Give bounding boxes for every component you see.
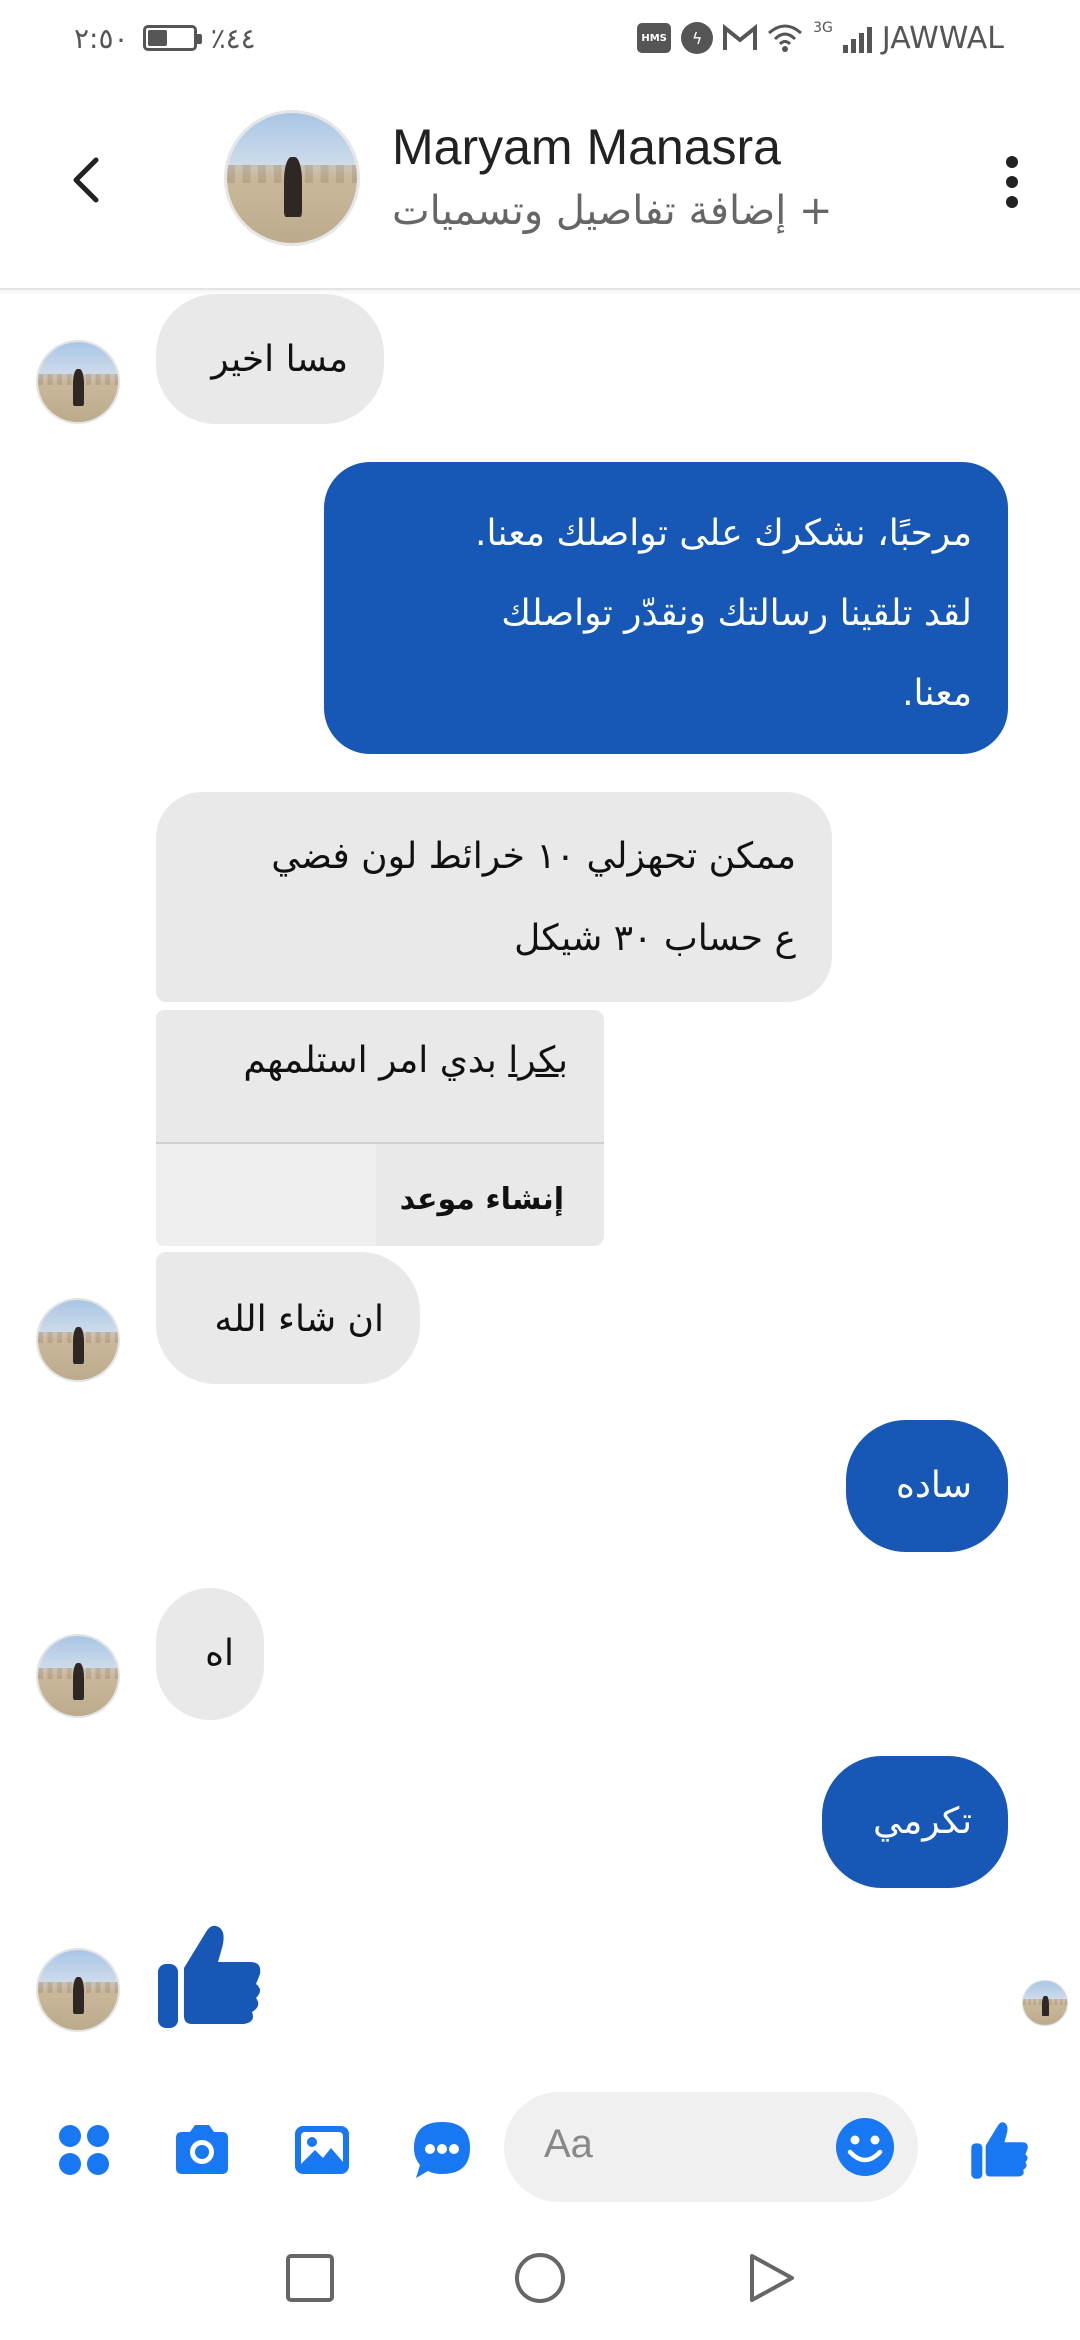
gallery-icon[interactable] (290, 2118, 354, 2182)
battery-fill (147, 30, 167, 46)
messenger-icon: ϟ (681, 22, 714, 54)
emoji-icon[interactable] (834, 2116, 896, 2178)
status-left: ٢:٥٠ ٪٤٤ (74, 18, 256, 58)
sender-avatar[interactable] (36, 340, 120, 424)
message-bubble-incoming[interactable]: ان شاء الله (156, 1252, 420, 1384)
message-text: مسا اخير (211, 339, 348, 380)
signal-icon (842, 23, 872, 53)
battery-percent: ٪٤٤ (210, 21, 256, 55)
card-message-rest: بدي امر استلمهم (243, 1040, 509, 1081)
sender-avatar[interactable] (36, 1634, 120, 1718)
message-text: ساده (895, 1465, 972, 1506)
camera-icon[interactable] (170, 2118, 234, 2182)
chat-bubble-icon[interactable] (410, 2118, 474, 2182)
status-bar: ٢:٥٠ ٪٤٤ HMS ϟ 3G JAWWAL (0, 0, 1080, 80)
back-arrow-icon[interactable] (60, 150, 120, 210)
conversation-header: Maryam Manasra + إضافة تفاصيل وتسميات (0, 80, 1080, 290)
message-bubble-outgoing[interactable]: تكرمي (822, 1756, 1008, 1888)
message-text: تكرمي (872, 1801, 972, 1842)
recent-apps-button[interactable] (282, 2250, 338, 2306)
message-line: مرحبًا، نشكرك على تواصلك معنا. (475, 513, 972, 554)
message-line: ممكن تحهزلي ١٠ خرائط لون فضي (271, 836, 796, 877)
back-button[interactable] (742, 2250, 798, 2306)
message-input-placeholder: Aa (544, 2122, 593, 2166)
contact-name[interactable]: Maryam Manasra (392, 118, 781, 176)
gmail-icon (723, 24, 758, 50)
network-type: 3G (813, 20, 833, 36)
sender-avatar[interactable] (36, 1948, 120, 2032)
like-icon[interactable] (968, 2118, 1032, 2182)
contact-avatar[interactable] (224, 110, 360, 246)
seen-receipt-avatar (1022, 1980, 1068, 2026)
message-bubble-incoming[interactable]: ممكن تحهزلي ١٠ خرائط لون فضي ع حساب ٣٠ ش… (156, 792, 832, 1002)
hms-icon: HMS (637, 23, 672, 53)
home-button[interactable] (512, 2250, 568, 2306)
message-text: اه (205, 1633, 234, 1674)
message-line: معنا. (902, 673, 972, 714)
message-bubble-incoming[interactable]: مسا اخير (156, 294, 384, 424)
status-right: HMS ϟ 3G JAWWAL (637, 16, 1004, 60)
sender-avatar[interactable] (36, 1298, 120, 1382)
like-sticker-icon[interactable] (152, 1918, 268, 2034)
composer-bar: Aa (0, 2084, 1080, 2214)
wifi-icon (768, 24, 803, 52)
message-bubble-incoming[interactable]: اه (156, 1588, 264, 1720)
message-card-incoming[interactable]: بكرا بدي امر استلمهم إنشاء موعد (156, 1010, 604, 1246)
message-input[interactable]: Aa (504, 2092, 918, 2202)
battery-icon (142, 25, 202, 51)
card-message-text: بكرا بدي امر استلمهم (243, 1040, 568, 1081)
card-divider (156, 1142, 604, 1144)
message-text: ان شاء الله (214, 1299, 384, 1340)
add-details-link[interactable]: + إضافة تفاصيل وتسميات (392, 188, 833, 234)
apps-icon[interactable] (52, 2118, 116, 2182)
system-nav-bar (0, 2214, 1080, 2340)
more-options-icon[interactable] (992, 152, 1032, 212)
date-link[interactable]: بكرا (508, 1040, 568, 1081)
clock: ٢:٥٠ (74, 21, 129, 55)
create-appointment-button[interactable]: إنشاء موعد (400, 1182, 564, 1217)
card-panel (156, 1144, 376, 1246)
message-bubble-outgoing[interactable]: مرحبًا، نشكرك على تواصلك معنا. لقد تلقين… (324, 462, 1008, 754)
message-line: ع حساب ٣٠ شيكل (514, 918, 796, 959)
message-line: لقد تلقينا رسالتك ونقدّر تواصلك (501, 593, 972, 634)
carrier-name: JAWWAL (881, 20, 1004, 56)
message-bubble-outgoing[interactable]: ساده (846, 1420, 1008, 1552)
